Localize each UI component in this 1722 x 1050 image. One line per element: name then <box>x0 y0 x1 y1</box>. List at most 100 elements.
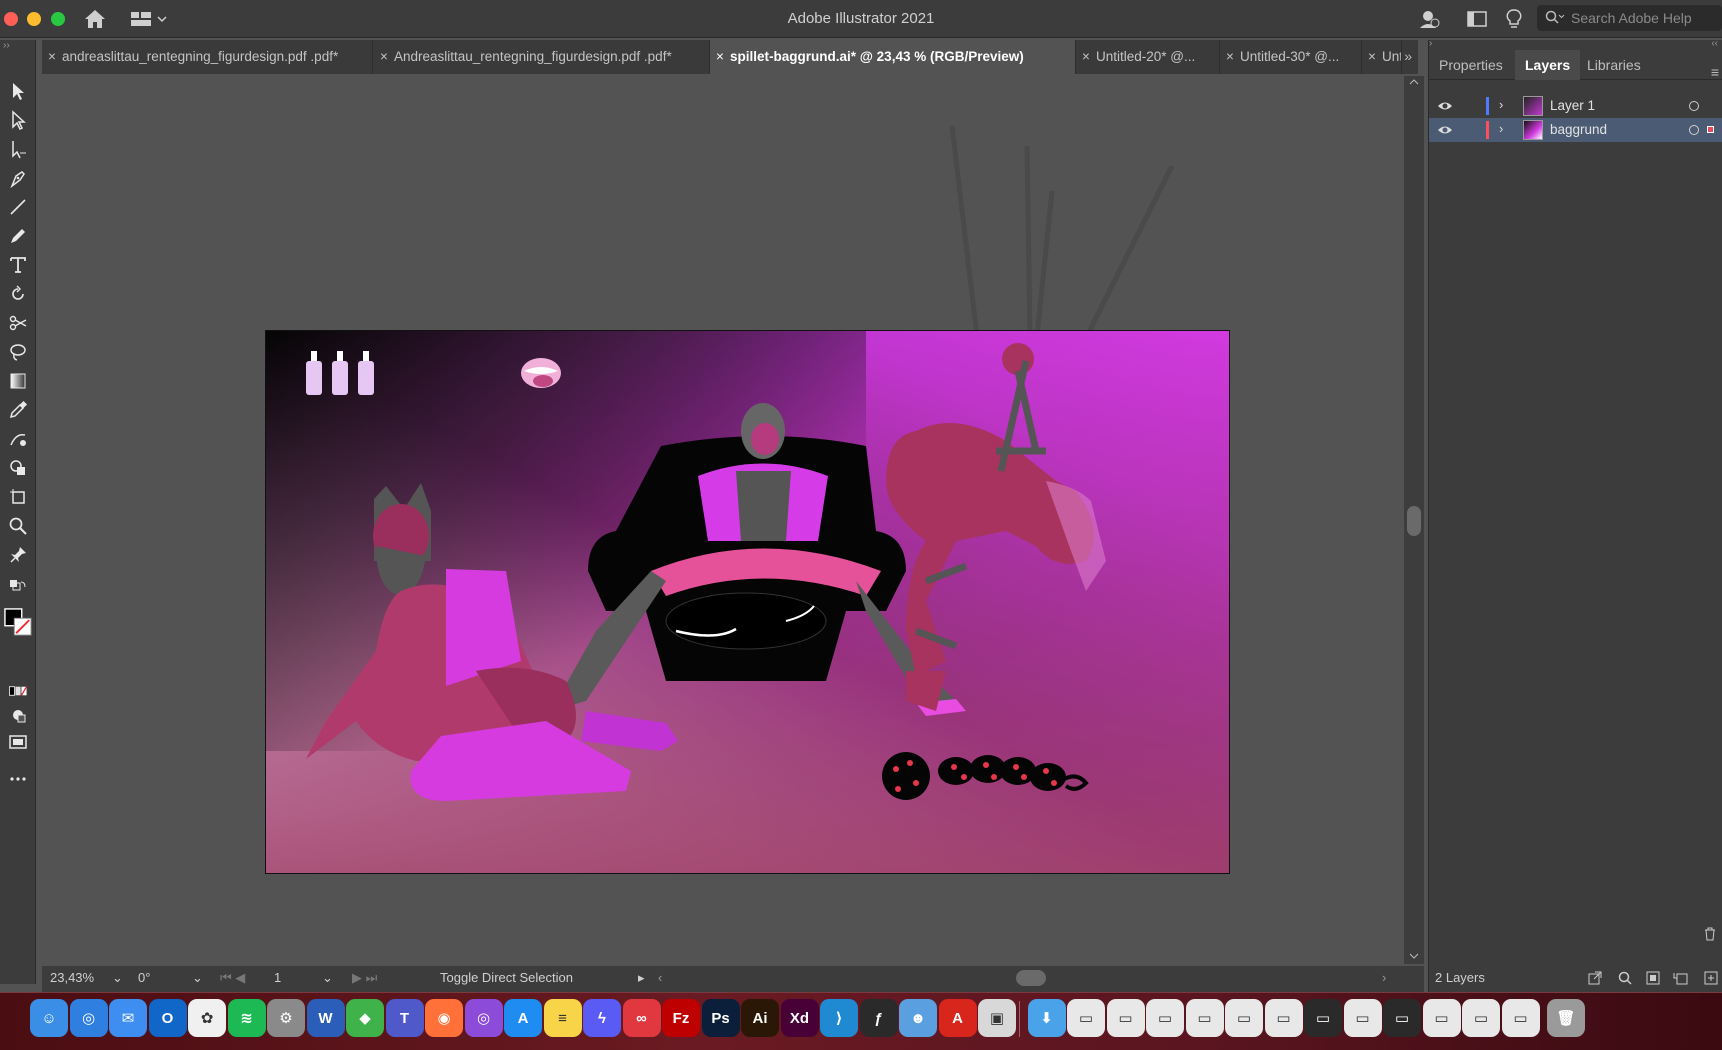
panel-menu-icon[interactable]: ≡ <box>1711 64 1719 80</box>
line-tool-icon[interactable] <box>4 194 32 220</box>
dock-window-2-icon[interactable]: ▭ <box>1106 999 1145 1037</box>
canvas-area[interactable] <box>42 76 1410 964</box>
dock-vscode-icon[interactable]: ⟩ <box>820 999 858 1037</box>
close-tab-icon[interactable]: × <box>1220 49 1240 64</box>
help-search-input[interactable]: Search Adobe Help <box>1537 5 1722 31</box>
dock-system-preferences-icon[interactable]: ⚙ <box>267 999 305 1037</box>
layer-target-icon[interactable] <box>1689 125 1699 135</box>
eyedropper-tool-icon[interactable] <box>4 397 32 423</box>
dock-notes-icon[interactable]: ≡ <box>543 999 582 1037</box>
artboard-dropdown-icon[interactable]: ⌄ <box>322 970 334 988</box>
dock-window-3-icon[interactable]: ▭ <box>1146 999 1184 1037</box>
dock-acrobat-icon[interactable]: A <box>938 999 977 1037</box>
expand-chevron-icon[interactable]: › <box>1499 121 1503 136</box>
scroll-right-icon[interactable]: › <box>1382 970 1394 988</box>
layer-row-layer1[interactable]: › Layer 1 <box>1429 94 1722 118</box>
dock-messenger-icon[interactable]: ϟ <box>583 999 621 1037</box>
color-mode-icon[interactable] <box>4 678 32 704</box>
dock-window-9-icon[interactable]: ▭ <box>1383 999 1421 1037</box>
zoom-dropdown-icon[interactable]: ⌄ <box>112 970 124 988</box>
tab-doc-1[interactable]: × andreaslittau_rentegning_figurdesign.pd… <box>42 40 373 74</box>
scroll-up-icon[interactable] <box>1408 78 1420 86</box>
scroll-down-icon[interactable] <box>1408 952 1420 960</box>
dock-outlook-icon[interactable]: O <box>148 999 187 1037</box>
minimize-window-button[interactable] <box>27 12 41 26</box>
panel-toggle-icon[interactable] <box>1466 8 1488 30</box>
dock-mail-icon[interactable]: ✉ <box>109 999 147 1037</box>
scroll-left-icon[interactable]: ‹ <box>658 970 670 988</box>
close-tab-icon[interactable]: × <box>710 49 730 64</box>
workspace-switcher-icon[interactable] <box>130 9 170 29</box>
tab-libraries[interactable]: Libraries <box>1577 50 1651 80</box>
tab-doc-6[interactable]: × Unt <box>1362 40 1402 74</box>
home-icon[interactable] <box>84 9 106 29</box>
layer-name[interactable]: Layer 1 <box>1550 98 1595 113</box>
vertical-scroll-thumb[interactable] <box>1407 506 1421 536</box>
horizontal-scroll-thumb[interactable] <box>1016 970 1046 986</box>
new-layer-icon[interactable] <box>1703 970 1719 986</box>
dock-script-editor-icon[interactable]: ƒ <box>859 999 898 1037</box>
artboard-number-field[interactable]: 1 <box>274 970 314 988</box>
gradient-tool-icon[interactable] <box>4 368 32 394</box>
rotation-field[interactable]: 0° <box>138 970 198 988</box>
toolbar-grip-icon[interactable]: ›› <box>3 40 10 51</box>
dock-window-11-icon[interactable]: ▭ <box>1462 999 1500 1037</box>
layer-target-icon[interactable] <box>1689 101 1699 111</box>
panel-collapse-right-icon[interactable]: ‹‹ <box>1711 38 1718 49</box>
dock-trash-icon[interactable]: 🗑 <box>1547 999 1585 1037</box>
tab-doc-4[interactable]: × Untitled-20* @... <box>1076 40 1220 74</box>
dock-xd-icon[interactable]: Xd <box>780 999 819 1037</box>
clipping-mask-icon[interactable] <box>1645 970 1661 986</box>
dock-teams-icon[interactable]: T <box>385 999 424 1037</box>
zoom-level-field[interactable]: 23,43% <box>50 970 120 988</box>
user-account-icon[interactable] <box>1418 8 1440 30</box>
tab-doc-active[interactable]: × spillet-baggrund.ai* @ 23,43 % (RGB/Pre… <box>710 40 1076 74</box>
dock-photos-icon[interactable]: ✿ <box>188 999 226 1037</box>
close-tab-icon[interactable]: × <box>374 49 394 64</box>
dock-window-10-icon[interactable]: ▭ <box>1422 999 1461 1037</box>
dock-photoshop-icon[interactable]: Ps <box>701 999 740 1037</box>
zoom-window-button[interactable] <box>51 12 65 26</box>
dock-safari-icon[interactable]: ◎ <box>69 999 108 1037</box>
close-tab-icon[interactable]: × <box>1362 49 1382 64</box>
blend-tool-icon[interactable] <box>4 426 32 452</box>
tab-layers[interactable]: Layers <box>1515 50 1581 80</box>
layer-row-baggrund[interactable]: › baggrund <box>1429 118 1722 142</box>
screen-mode-icon[interactable] <box>4 729 32 755</box>
fill-stroke-swatch[interactable] <box>4 602 32 642</box>
dock-filezilla-icon[interactable]: Fz <box>662 999 700 1037</box>
selection-indicator-icon[interactable] <box>1707 126 1714 133</box>
locate-object-icon[interactable] <box>1617 970 1633 986</box>
swap-fill-stroke-icon[interactable] <box>4 575 32 601</box>
dock-podcasts-icon[interactable]: ◎ <box>464 999 503 1037</box>
artboard[interactable] <box>265 330 1230 874</box>
dock-spotify-icon[interactable]: ≋ <box>227 999 266 1037</box>
scissors-tool-icon[interactable] <box>4 310 32 336</box>
dock-window-8-icon[interactable]: ▭ <box>1343 999 1382 1037</box>
visibility-eye-icon[interactable] <box>1437 123 1453 137</box>
artboard-first-prev-icon[interactable]: ⏮ ◀ <box>220 970 270 988</box>
artboard-next-last-icon[interactable]: ▶ ⏭ <box>352 970 402 988</box>
more-tabs-icon[interactable]: » <box>1404 48 1412 64</box>
dock-window-4-icon[interactable]: ▭ <box>1185 999 1224 1037</box>
type-tool-icon[interactable] <box>4 252 32 278</box>
tab-properties[interactable]: Properties <box>1429 50 1513 80</box>
dock-window-1-icon[interactable]: ▭ <box>1067 999 1105 1037</box>
expand-chevron-icon[interactable]: › <box>1499 97 1503 112</box>
vertical-scrollbar[interactable] <box>1404 76 1424 964</box>
rotation-dropdown-icon[interactable]: ⌄ <box>192 970 204 988</box>
new-sublayer-icon[interactable] <box>1673 970 1689 986</box>
drawing-mode-icon[interactable] <box>4 702 32 728</box>
pin-tool-icon[interactable] <box>4 542 32 568</box>
dock-word-icon[interactable]: W <box>306 999 345 1037</box>
export-icon[interactable] <box>1587 970 1603 986</box>
more-tools-icon[interactable] <box>4 766 32 792</box>
layer-name[interactable]: baggrund <box>1550 122 1607 137</box>
close-tab-icon[interactable]: × <box>1076 49 1096 64</box>
dock-app-store-icon[interactable]: A <box>504 999 542 1037</box>
direct-selection-tool-icon[interactable] <box>4 107 32 133</box>
tab-doc-5[interactable]: × Untitled-30* @... <box>1220 40 1362 74</box>
dock-window-7-icon[interactable]: ▭ <box>1304 999 1342 1037</box>
dock-illustrator-icon[interactable]: Ai <box>741 999 779 1037</box>
close-tab-icon[interactable]: × <box>42 49 62 64</box>
